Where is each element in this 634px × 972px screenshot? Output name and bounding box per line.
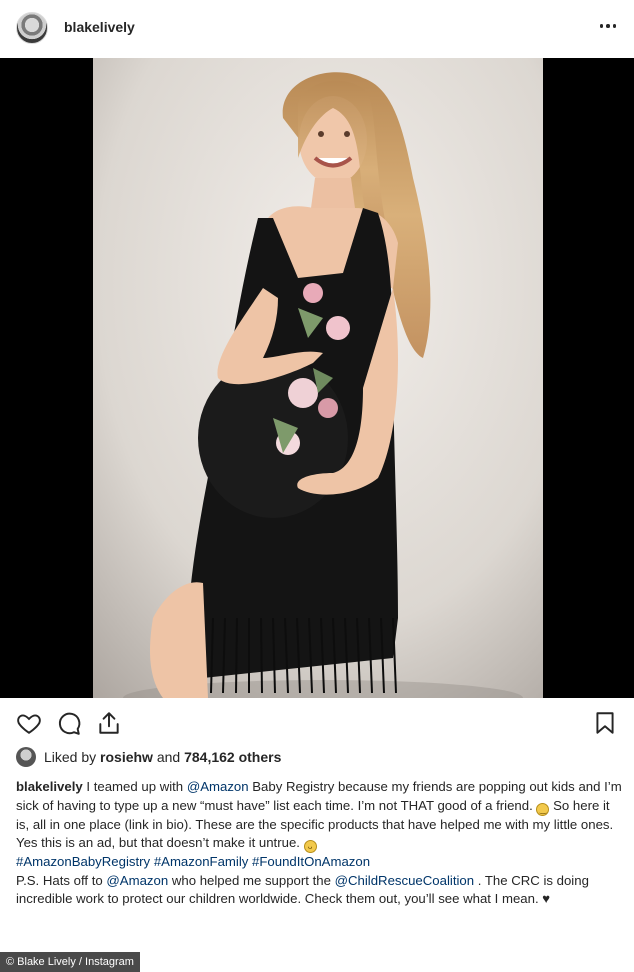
post-header: blakelively — [0, 0, 634, 58]
liker-avatar[interactable] — [16, 747, 36, 767]
mention-child-rescue-coalition[interactable]: @ChildRescueCoalition — [335, 873, 474, 888]
liker-username[interactable]: rosiehw — [100, 749, 153, 765]
hashtag[interactable]: #AmazonBabyRegistry — [16, 854, 150, 869]
likes-count[interactable]: 784,162 others — [184, 749, 281, 765]
post-username[interactable]: blakelively — [64, 19, 135, 35]
dot — [612, 24, 617, 28]
likes-text: Liked by rosiehw and 784,162 others — [44, 749, 281, 765]
dot — [606, 24, 610, 28]
share-icon[interactable] — [96, 710, 122, 736]
bookmark-icon[interactable] — [592, 710, 618, 736]
grinning-face-icon: ‿ — [536, 802, 550, 816]
mention-amazon[interactable]: @Amazon — [106, 873, 168, 888]
more-horizontal-icon[interactable] — [596, 14, 620, 38]
post-photo — [93, 58, 543, 698]
caption-text: who helped me support the — [168, 872, 335, 888]
hashtag[interactable]: #FoundItOnAmazon — [252, 854, 370, 869]
profile-avatar[interactable] — [16, 12, 48, 44]
dot — [599, 24, 604, 28]
wink-tongue-face-icon: ᴗ — [303, 840, 317, 854]
likes-prefix: Liked by — [44, 749, 101, 765]
post-caption: blakelively I teamed up with @Amazon Bab… — [16, 778, 622, 909]
hashtag[interactable]: #AmazonFamily — [154, 854, 249, 869]
comment-icon[interactable] — [56, 710, 82, 736]
action-bar — [0, 704, 634, 744]
post-media[interactable] — [0, 58, 634, 698]
mention-amazon[interactable]: @Amazon — [187, 779, 249, 794]
caption-text: I teamed up with — [82, 779, 187, 794]
heart-icon[interactable] — [16, 710, 42, 736]
caption-username[interactable]: blakelively — [16, 779, 83, 794]
likes-row: Liked by rosiehw and 784,162 others — [16, 744, 281, 770]
caption-text: P.S. Hats off to — [16, 872, 107, 888]
likes-middle: and — [152, 749, 185, 765]
photo-credit: © Blake Lively / Instagram — [0, 952, 140, 972]
